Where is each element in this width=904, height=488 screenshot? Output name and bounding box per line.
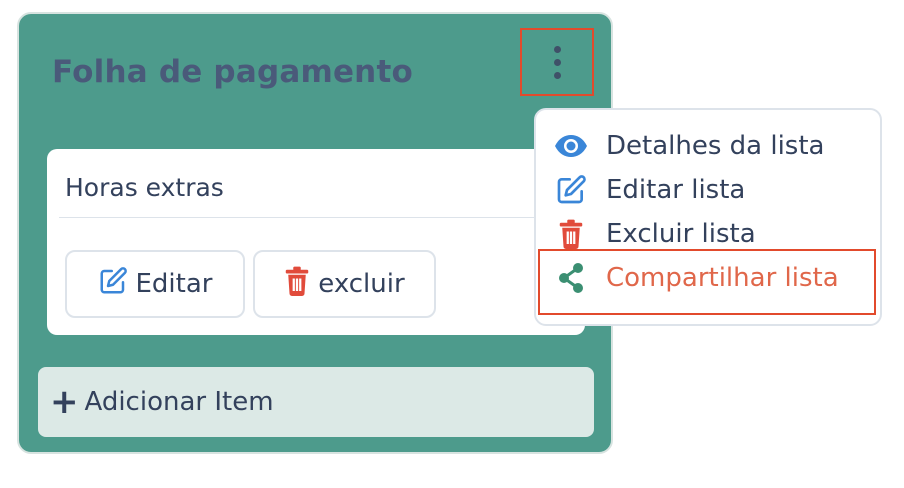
edit-icon: [554, 173, 588, 207]
add-item-label: Adicionar Item: [84, 387, 274, 417]
edit-item-button[interactable]: Editar: [65, 250, 245, 318]
list-item-card: Horas extras Editar excluir: [47, 149, 585, 335]
add-item-button[interactable]: + Adicionar Item: [38, 367, 594, 437]
item-divider: [59, 217, 573, 218]
menu-item-label: Excluir lista: [606, 219, 756, 249]
plus-icon: +: [50, 382, 79, 422]
item-title: Horas extras: [65, 173, 224, 202]
menu-item-label: Detalhes da lista: [606, 131, 825, 161]
share-highlight-box: [538, 249, 876, 315]
edit-item-label: Editar: [135, 269, 213, 299]
list-title: Folha de pagamento: [52, 54, 413, 90]
menu-item-label: Editar lista: [606, 175, 746, 205]
menu-item-list-details[interactable]: Detalhes da lista: [554, 124, 824, 168]
menu-item-edit-list[interactable]: Editar lista: [554, 168, 745, 212]
delete-item-label: excluir: [318, 269, 405, 299]
trash-icon: [554, 217, 588, 251]
edit-icon: [98, 266, 128, 303]
trash-icon: [284, 266, 310, 303]
list-options-button[interactable]: [520, 28, 594, 96]
kebab-menu-icon: [553, 45, 561, 79]
eye-icon: [554, 129, 588, 163]
delete-item-button[interactable]: excluir: [253, 250, 436, 318]
list-card: Folha de pagamento Horas extras Editar e…: [17, 12, 613, 454]
